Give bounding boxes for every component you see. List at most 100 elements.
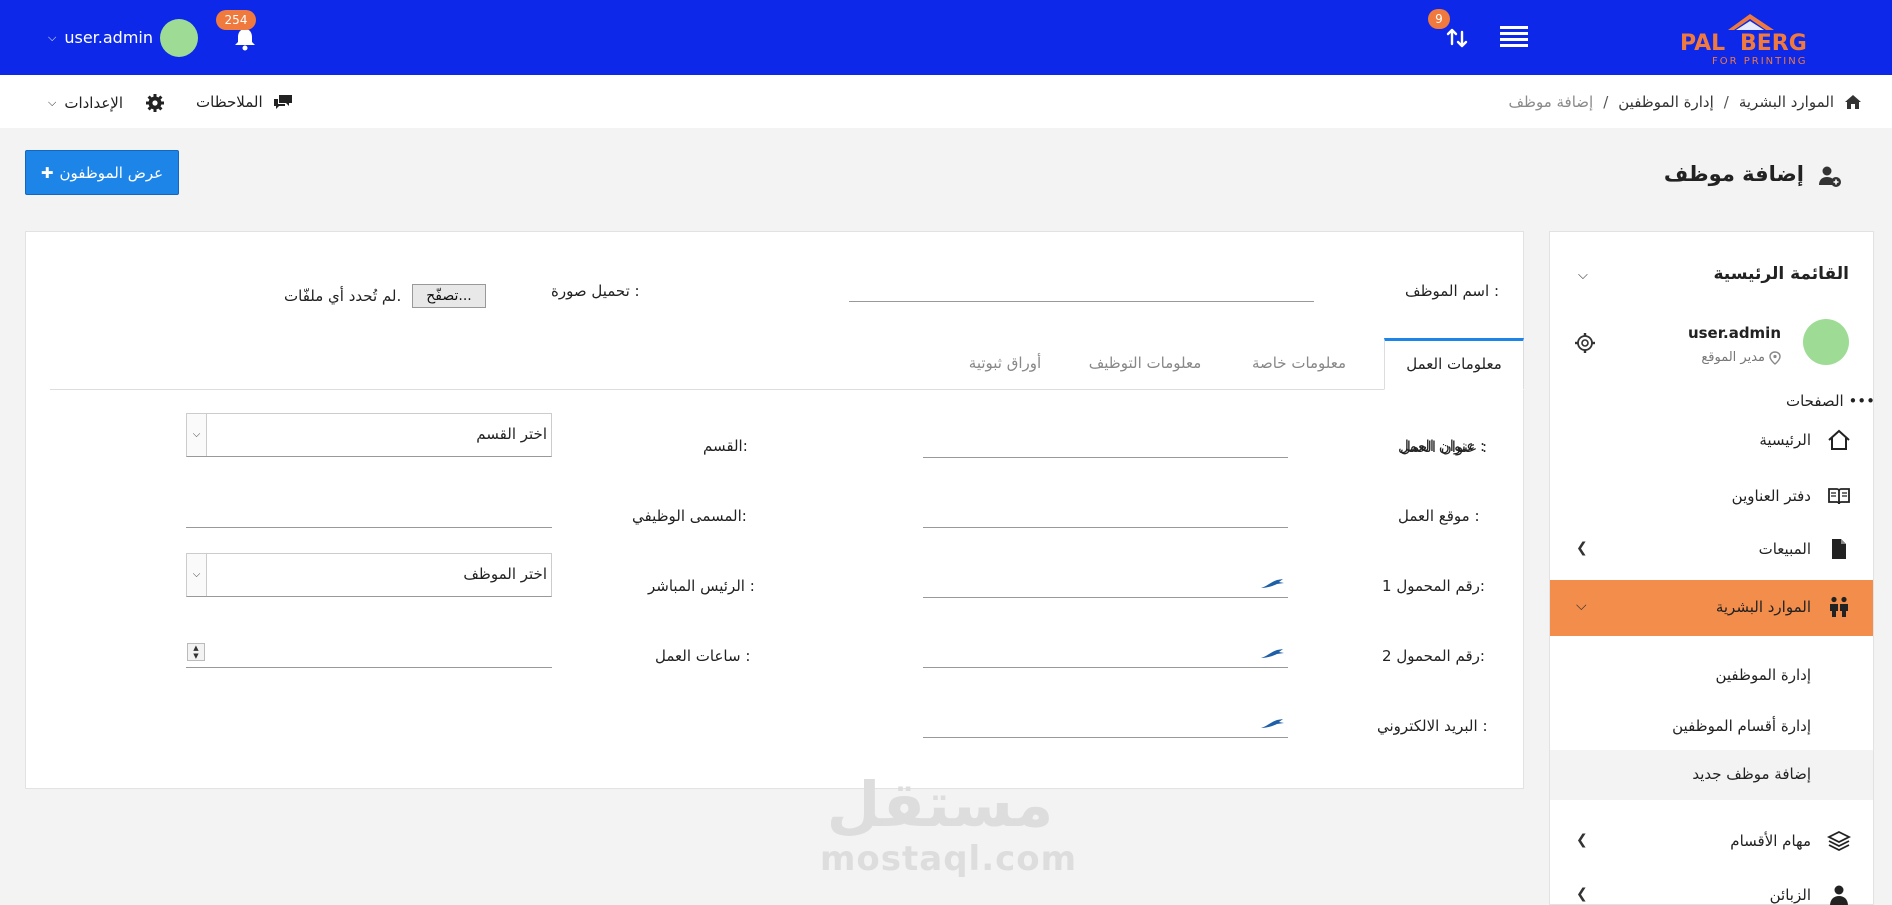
number-spinner-icon[interactable]: ▲ ▼: [187, 643, 205, 661]
logo-subtext: FOR PRINTING: [1712, 56, 1807, 67]
show-employees-button[interactable]: ✚ عرض الموظفون: [25, 150, 179, 195]
hamburger-menu-icon[interactable]: [1500, 26, 1528, 50]
file-icon: [1832, 539, 1846, 559]
chevron-left-icon: ❮: [1576, 832, 1588, 848]
breadcrumb-current: إضافة موظف: [1508, 93, 1594, 111]
breadcrumb-employees[interactable]: إدارة الموظفين: [1618, 93, 1714, 111]
sidebar-item-label: مهام الأقسام: [1730, 832, 1811, 850]
sidebar: القائمة الرئيسية ⌵ user.admin مدير الموق…: [1549, 231, 1875, 905]
notes-label: الملاحظات: [196, 93, 263, 111]
watermark-arabic: مستقل: [826, 768, 1054, 841]
sidebar-username: user.admin: [1687, 324, 1781, 342]
notification-count-badge: 254: [216, 10, 256, 30]
sidebar-item-label: الرئيسية: [1759, 431, 1811, 449]
job-title-input[interactable]: [186, 500, 552, 528]
book-open-icon: [1828, 488, 1850, 505]
email-input[interactable]: [923, 710, 1288, 738]
employee-name-input[interactable]: [849, 278, 1314, 302]
sidebar-item-label: دفتر العناوين: [1731, 487, 1811, 505]
page-title: إضافة موظف: [1663, 162, 1804, 186]
mobile2-label: رقم المحمول 2:: [1382, 647, 1485, 665]
department-select[interactable]: اختر القسم ⌵: [186, 413, 552, 457]
sidebar-subitem-label: إدارة أقسام الموظفين: [1672, 717, 1811, 735]
chevron-down-icon: ⌵: [48, 30, 57, 44]
settings-menu[interactable]: ⌵ الإعدادات: [48, 93, 165, 113]
watermark-latin: mostaql.com: [820, 839, 1078, 879]
location-pin-icon: [1769, 350, 1781, 365]
pages-section-label: الصفحات •••: [1785, 392, 1875, 410]
sidebar-item-department-tasks[interactable]: مهام الأقسام ❮: [1550, 814, 1873, 870]
chevron-down-icon: ⌵: [187, 554, 207, 596]
mobile1-input[interactable]: [923, 570, 1288, 598]
manager-select-value: اختر الموظف: [463, 565, 547, 583]
plus-icon: ✚: [40, 163, 54, 182]
work-hours-label: ساعات العمل :: [655, 647, 751, 665]
people-icon: [1830, 596, 1848, 617]
breadcrumb: الموارد البشرية / إدارة الموظفين / إضافة…: [1508, 93, 1862, 111]
chevron-down-icon[interactable]: ⌵: [1578, 268, 1588, 283]
sync-count-badge: 9: [1428, 9, 1450, 29]
email-prefix-icon: [1261, 719, 1284, 728]
chevron-down-icon: ⌵: [1576, 598, 1587, 614]
manager-select[interactable]: اختر الموظف ⌵: [186, 553, 552, 597]
breadcrumb-bar: الموارد البشرية / إدارة الموظفين / إضافة…: [0, 75, 1892, 128]
avatar[interactable]: [160, 19, 198, 57]
sidebar-item-customers[interactable]: الزبائن ❮: [1550, 868, 1873, 905]
tab-private-info[interactable]: معلومات خاصة: [1234, 338, 1364, 390]
phone-prefix-icon: [1261, 649, 1284, 658]
employee-name-label: اسم الموظف :: [1405, 282, 1499, 300]
sidebar-subitem-manage-employees[interactable]: إدارة الموظفين: [1550, 651, 1873, 701]
file-status: لم تُحدد أي ملفّات.: [284, 287, 402, 305]
sidebar-item-label: الموارد البشرية: [1715, 598, 1811, 616]
chevron-down-icon: ⌵: [48, 96, 57, 109]
tab-employment-info[interactable]: معلومات التوظيف: [1070, 338, 1220, 390]
job-title-label: المسمى الوظيفي:: [632, 507, 747, 525]
role-label: مدير الموقع: [1701, 350, 1765, 365]
browse-file-button[interactable]: تصفّح...: [412, 284, 486, 308]
user-menu[interactable]: ⌵ user.admin: [48, 28, 153, 47]
chevron-left-icon: ❮: [1576, 540, 1588, 556]
sidebar-subitem-departments[interactable]: إدارة أقسام الموظفين: [1550, 702, 1873, 752]
avatar: [1803, 319, 1849, 365]
tab-documents[interactable]: أوراق ثبوتية: [950, 338, 1060, 390]
manager-label: الرئيس المباشر :: [648, 577, 755, 595]
company-logo[interactable]: PAL BERG FOR PRINTING: [1678, 12, 1810, 68]
show-employees-label: عرض الموظفون: [59, 163, 164, 182]
sync-icon[interactable]: [1443, 24, 1471, 52]
work-hours-input[interactable]: ▲ ▼: [186, 640, 552, 668]
gear-icon: [146, 94, 165, 112]
department-select-value: اختر القسم: [476, 425, 547, 443]
mobile2-input[interactable]: [923, 640, 1288, 668]
photo-upload-label: تحميل صورة :: [551, 282, 640, 300]
sidebar-item-address-book[interactable]: دفتر العناوين: [1550, 469, 1873, 525]
sidebar-item-home[interactable]: الرئيسية: [1550, 413, 1873, 469]
logo-text-right: BERG: [1740, 31, 1807, 56]
department-label: القسم:: [703, 437, 748, 455]
chevron-down-icon: ⌵: [187, 414, 207, 456]
home-outline-icon: [1828, 429, 1850, 450]
sidebar-item-sales[interactable]: المبيعات ❮: [1550, 522, 1873, 578]
home-icon[interactable]: [1844, 94, 1862, 110]
breadcrumb-hr[interactable]: الموارد البشرية: [1739, 93, 1834, 111]
sidebar-title: القائمة الرئيسية: [1713, 264, 1850, 284]
work-location-input[interactable]: [923, 500, 1288, 528]
username-label: user.admin: [64, 28, 153, 47]
sidebar-role: مدير الموقع: [1701, 350, 1781, 365]
sidebar-subitem-label: إضافة موظف جديد: [1692, 765, 1811, 783]
user-plus-icon: [1819, 166, 1841, 187]
tab-work-info[interactable]: معلومات العمل: [1384, 338, 1524, 390]
comments-icon: [273, 95, 292, 109]
top-navbar: PAL BERG FOR PRINTING 9 254 ⌵ user.admin: [0, 0, 1892, 75]
sidebar-item-label: الزبائن: [1769, 886, 1811, 904]
phone-prefix-icon: [1261, 579, 1284, 588]
work-location-label: موقع العمل :: [1398, 507, 1480, 525]
gear-icon[interactable]: [1574, 332, 1596, 354]
person-icon: [1830, 885, 1848, 905]
sidebar-item-hr[interactable]: الموارد البشرية ⌵: [1550, 580, 1873, 636]
mobile1-label: رقم المحمول 1:: [1382, 577, 1485, 595]
breadcrumb-separator: /: [1723, 93, 1729, 111]
sidebar-subitem-add-employee[interactable]: إضافة موظف جديد: [1550, 750, 1873, 800]
logo-text-left: PAL: [1680, 31, 1725, 56]
notes-link[interactable]: الملاحظات: [196, 93, 293, 111]
work-address-input[interactable]: [923, 430, 1288, 458]
